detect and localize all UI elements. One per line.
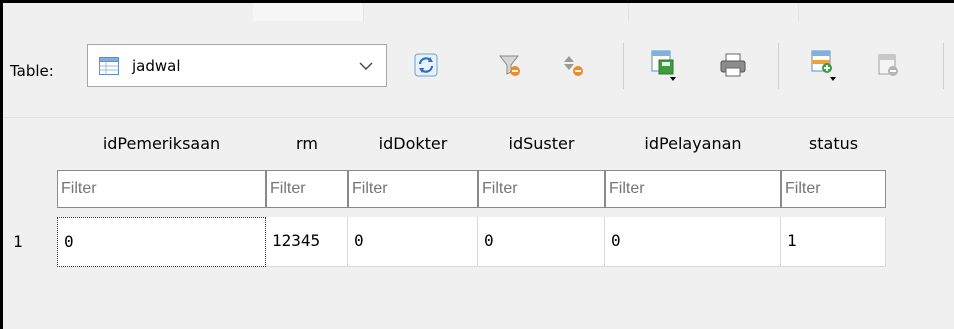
filter-input-idDokter[interactable] [348,170,478,208]
column-header-idPemeriksaan[interactable]: idPemeriksaan [57,118,266,169]
tab-strip [3,3,954,21]
clear-sort-button[interactable] [553,45,593,85]
insert-record-button[interactable] [803,45,843,85]
filter-input-idSuster[interactable] [478,170,605,208]
column-header-rm[interactable]: rm [266,118,348,169]
table-cell-idDokter[interactable]: 0 [348,217,478,267]
toolbar-separator [623,43,624,89]
save-changes-icon [651,50,676,81]
print-icon [720,53,746,77]
filter-input-idPelayanan[interactable] [605,170,781,208]
refresh-icon [414,53,438,77]
column-header-idPelayanan[interactable]: idPelayanan [605,118,781,169]
delete-record-icon [878,54,898,76]
column-header-status[interactable]: status [781,118,886,169]
chevron-down-icon[interactable] [359,61,373,71]
insert-record-icon [811,50,836,81]
table-cell-idPemeriksaan[interactable]: 0 [57,217,266,267]
window-frame: Table: jadwal idPemeriksaan rm idDokter … [0,0,954,329]
tab-strip-segment [3,3,254,21]
row-number[interactable]: 1 [13,217,23,267]
save-changes-button[interactable] [643,45,683,85]
table-select[interactable]: jadwal [87,44,387,87]
tab-strip-segment [363,3,629,21]
table-select-value: jadwal [132,57,181,75]
column-header-idSuster[interactable]: idSuster [478,118,605,169]
table-cell-rm[interactable]: 12345 [266,217,348,267]
table-cell-idPelayanan[interactable]: 0 [605,217,781,267]
clear-filters-icon [498,55,520,76]
table-icon [99,57,119,75]
clear-filters-button[interactable] [490,45,530,85]
data-grid: idPemeriksaan rm idDokter idSuster idPel… [3,118,954,329]
print-button[interactable] [713,45,753,85]
delete-record-button[interactable] [868,45,908,85]
table-cell-status[interactable]: 1 [781,217,886,267]
browse-data-toolbar: Table: jadwal [3,21,954,118]
filter-input-status[interactable] [781,170,886,208]
filter-input-idPemeriksaan[interactable] [57,170,266,208]
filter-input-rm[interactable] [266,170,348,208]
tab-strip-segment [253,3,364,21]
clear-sort-icon [564,56,583,76]
refresh-button[interactable] [406,45,446,85]
row-header-column [3,118,57,329]
toolbar-separator [943,43,944,89]
table-label: Table: [10,62,54,80]
table-cell-idSuster[interactable]: 0 [478,217,605,267]
column-header-idDokter[interactable]: idDokter [348,118,478,169]
toolbar-separator [778,43,779,89]
tab-strip-segment [628,3,799,21]
